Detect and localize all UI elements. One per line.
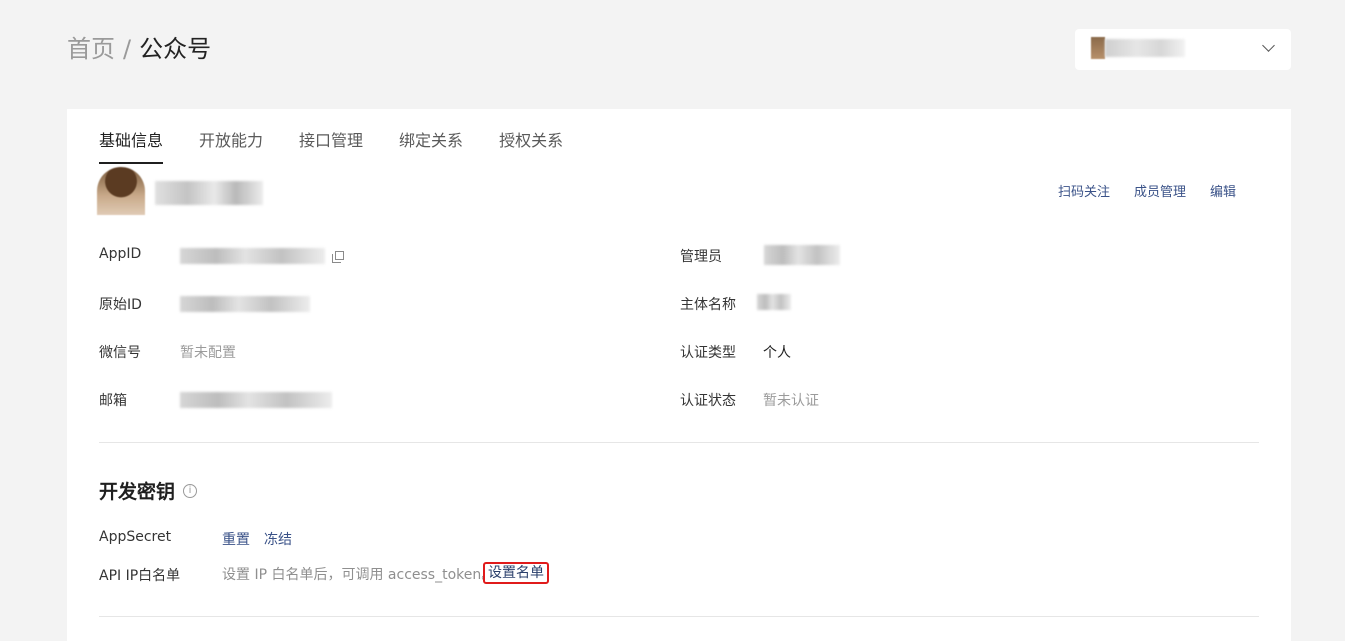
info-label-email: 邮箱 bbox=[99, 393, 127, 409]
set-whitelist-button[interactable]: 设置名单 bbox=[483, 562, 549, 584]
info-value-wechat-id: 暂未配置 bbox=[180, 345, 236, 361]
tab-basic-info[interactable]: 基础信息 bbox=[99, 128, 164, 164]
info-value-cert-status: 暂未认证 bbox=[763, 393, 819, 409]
info-label-wechat-id: 微信号 bbox=[99, 345, 141, 361]
admin-value-redacted bbox=[764, 245, 840, 265]
profile-name-redacted bbox=[155, 181, 263, 205]
edit-link[interactable]: 编辑 bbox=[1210, 181, 1236, 200]
top-actions: 扫码关注 成员管理 编辑 bbox=[1058, 181, 1236, 200]
divider bbox=[99, 442, 1259, 443]
member-manage-link[interactable]: 成员管理 bbox=[1134, 181, 1186, 200]
tab-api-management[interactable]: 接口管理 bbox=[299, 128, 363, 164]
dev-keys-title: 开发密钥 bbox=[99, 481, 176, 503]
email-value-redacted bbox=[180, 392, 332, 408]
original-id-value-redacted bbox=[180, 296, 310, 312]
account-name-redacted bbox=[1105, 39, 1185, 57]
breadcrumb: 首页 / 公众号 bbox=[67, 34, 211, 64]
breadcrumb-separator: / bbox=[123, 35, 132, 63]
info-label-cert-type: 认证类型 bbox=[680, 345, 736, 361]
tab-authorization[interactable]: 授权关系 bbox=[499, 128, 563, 164]
whitelist-description: 设置 IP 白名单后，可调用 access_token。 bbox=[222, 567, 496, 583]
info-label-cert-status: 认证状态 bbox=[680, 393, 736, 409]
reset-link[interactable]: 重置 bbox=[222, 529, 250, 549]
info-value-cert-type: 个人 bbox=[763, 345, 791, 361]
appsecret-label: AppSecret bbox=[99, 529, 172, 545]
info-label-appid: AppID bbox=[99, 246, 142, 262]
freeze-link[interactable]: 冻结 bbox=[264, 529, 292, 549]
chevron-down-icon[interactable] bbox=[1262, 39, 1275, 52]
whitelist-label: API IP白名单 bbox=[99, 568, 181, 584]
info-label-original-id: 原始ID bbox=[99, 297, 142, 313]
entity-name-redacted bbox=[757, 294, 791, 310]
info-icon[interactable]: i bbox=[183, 483, 198, 498]
appsecret-actions: 重置 冻结 bbox=[222, 529, 292, 549]
tab-binding[interactable]: 绑定关系 bbox=[399, 128, 463, 164]
breadcrumb-current: 公众号 bbox=[139, 35, 212, 63]
divider-bottom bbox=[99, 616, 1259, 617]
info-label-entity-name: 主体名称 bbox=[680, 297, 736, 313]
breadcrumb-home[interactable]: 首页 bbox=[67, 34, 115, 64]
appid-value-redacted bbox=[180, 248, 325, 264]
info-label-admin: 管理员 bbox=[680, 249, 722, 265]
account-avatar bbox=[1091, 37, 1105, 59]
section-title-dev-keys: 开发密钥 i bbox=[99, 477, 198, 504]
account-switcher[interactable] bbox=[1075, 29, 1291, 70]
main-card: 基础信息 开放能力 接口管理 绑定关系 授权关系 扫码关注 成员管理 编辑 Ap… bbox=[67, 109, 1291, 641]
tab-open-capability[interactable]: 开放能力 bbox=[199, 128, 263, 164]
scan-follow-link[interactable]: 扫码关注 bbox=[1058, 181, 1110, 200]
copy-icon[interactable] bbox=[332, 251, 344, 263]
page: 首页 / 公众号 基础信息 开放能力 接口管理 绑定关系 授权关系 扫码关注 成… bbox=[0, 0, 1345, 641]
profile-avatar bbox=[97, 167, 145, 215]
tab-bar: 基础信息 开放能力 接口管理 绑定关系 授权关系 bbox=[99, 128, 599, 164]
